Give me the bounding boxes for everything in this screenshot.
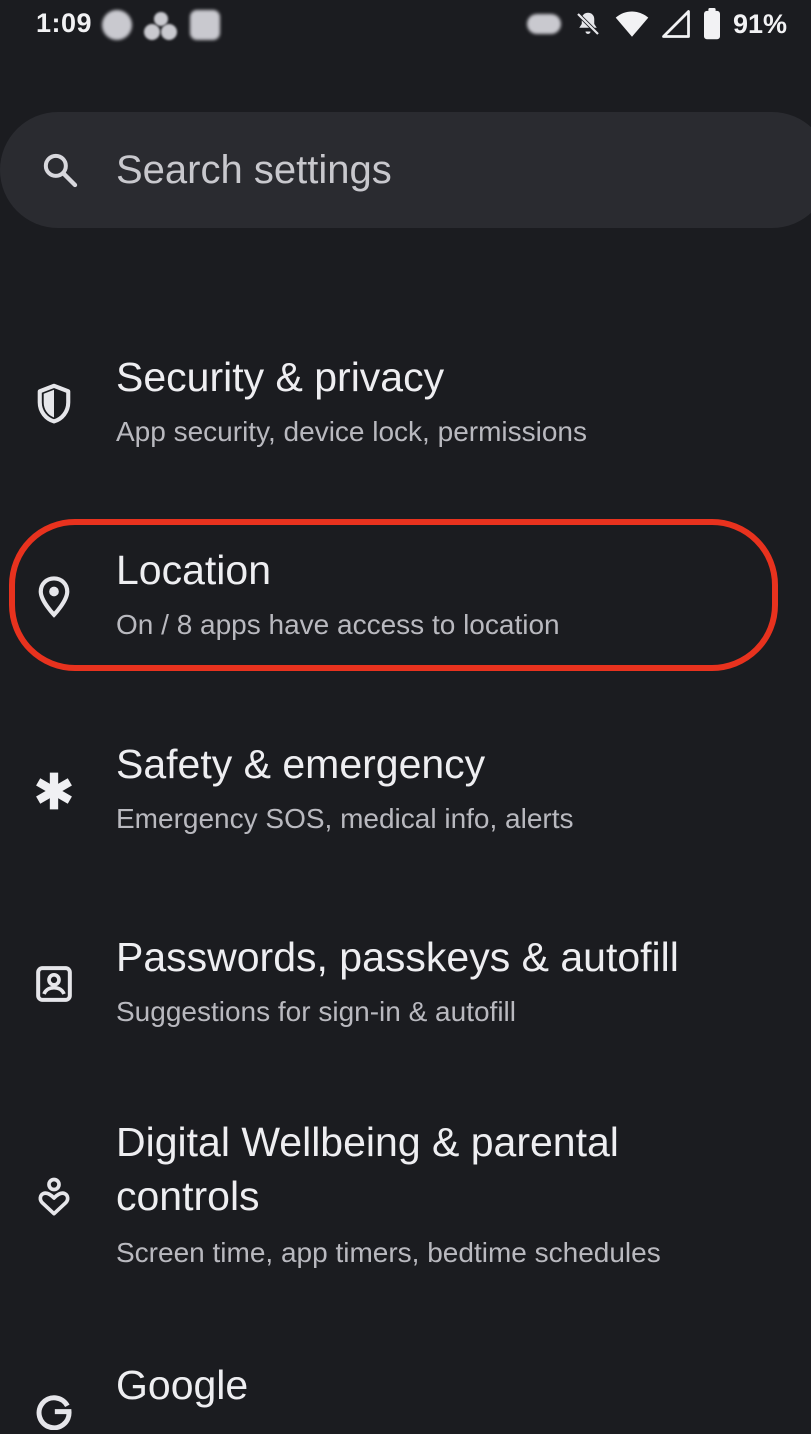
setting-item-safety-emergency[interactable]: Safety & emergency Emergency SOS, medica… [0, 727, 811, 867]
status-time: 1:09 [36, 8, 93, 38]
system-icons: 91% [526, 8, 787, 40]
status-bar: 1:09 91% [0, 0, 811, 52]
setting-title: Safety & emergency [116, 741, 486, 787]
notification-icons [102, 10, 220, 40]
notification-cluster-icon [144, 10, 178, 40]
setting-item-digital-wellbeing[interactable]: Digital Wellbeing & parental controls Sc… [0, 1105, 811, 1285]
wifi-icon [615, 11, 649, 37]
setting-subtitle: Screen time, app timers, bedtime schedul… [116, 1237, 661, 1268]
mute-icon [576, 12, 600, 36]
setting-subtitle: Emergency SOS, medical info, alerts [116, 803, 574, 834]
search-placeholder[interactable]: Search settings [116, 148, 392, 193]
cell-signal-icon [662, 10, 690, 38]
search-bar[interactable]: Search settings [0, 112, 811, 228]
google-icon [30, 1386, 78, 1434]
wellbeing-icon [30, 1173, 78, 1221]
cast-icon [526, 14, 561, 34]
location-pin-icon [30, 573, 78, 621]
setting-title: Google [116, 1362, 249, 1408]
setting-title: Security & privacy [116, 354, 445, 400]
setting-title: Location [116, 547, 272, 593]
setting-subtitle: App security, device lock, permissions [116, 416, 587, 447]
setting-item-location[interactable]: Location On / 8 apps have access to loca… [0, 533, 811, 673]
shield-icon [30, 380, 78, 428]
setting-item-google[interactable]: Google [0, 1352, 811, 1430]
setting-title-line2: controls [116, 1173, 260, 1219]
setting-subtitle: Suggestions for sign-in & autofill [116, 996, 516, 1027]
asterisk-icon [30, 767, 78, 815]
search-icon [40, 150, 80, 190]
notification-dot-icon [102, 10, 132, 40]
setting-item-passwords-autofill[interactable]: Passwords, passkeys & autofill Suggestio… [0, 920, 811, 1060]
battery-icon [703, 8, 720, 40]
notification-square-icon [190, 10, 220, 40]
account-box-icon [30, 960, 78, 1008]
setting-item-security-privacy[interactable]: Security & privacy App security, device … [0, 340, 811, 480]
battery-percentage: 91% [732, 8, 787, 39]
setting-subtitle: On / 8 apps have access to location [116, 609, 560, 640]
setting-title-line1: Digital Wellbeing & parental [116, 1119, 619, 1165]
setting-title: Passwords, passkeys & autofill [116, 934, 679, 980]
